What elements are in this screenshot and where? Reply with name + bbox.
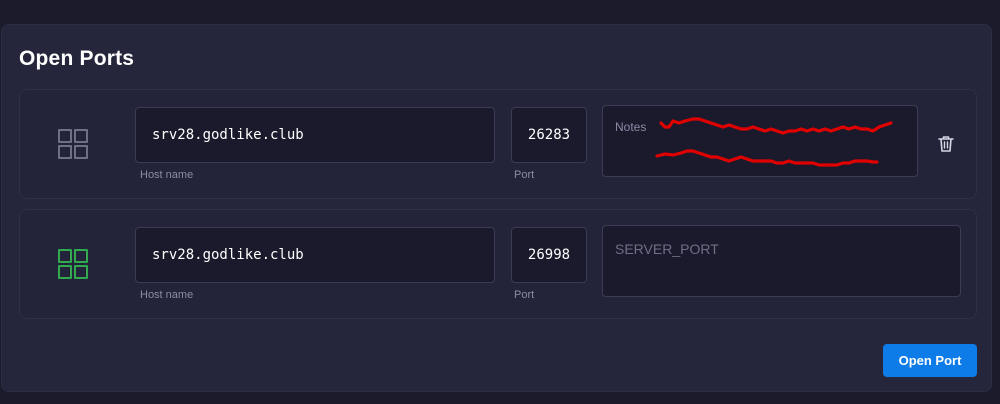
port-label: Port xyxy=(514,289,535,301)
grid-icon xyxy=(58,129,90,161)
port-field[interactable]: 26283 xyxy=(511,107,587,163)
open-ports-panel: Open Ports srv28.godlike.club Host name … xyxy=(1,24,992,392)
host-name-label: Host name xyxy=(140,289,194,301)
port-row: srv28.godlike.club Host name 26998 Port … xyxy=(19,209,977,319)
redaction-scribble xyxy=(655,117,893,167)
port-label: Port xyxy=(514,169,535,181)
host-name-label: Host name xyxy=(140,169,194,181)
notes-field[interactable]: SERVER_PORT xyxy=(602,225,961,297)
host-name-field[interactable]: srv28.godlike.club xyxy=(135,227,495,283)
host-name-field[interactable]: srv28.godlike.club xyxy=(135,107,495,163)
port-field[interactable]: 26998 xyxy=(511,227,587,283)
notes-field[interactable]: Notes xyxy=(602,105,918,177)
notes-value: SERVER_PORT xyxy=(615,241,719,257)
port-row: srv28.godlike.club Host name 26283 Port … xyxy=(19,89,977,199)
open-port-button[interactable]: Open Port xyxy=(883,344,977,377)
grid-icon xyxy=(58,249,90,281)
trash-icon[interactable] xyxy=(936,134,956,154)
panel-title: Open Ports xyxy=(19,47,135,70)
